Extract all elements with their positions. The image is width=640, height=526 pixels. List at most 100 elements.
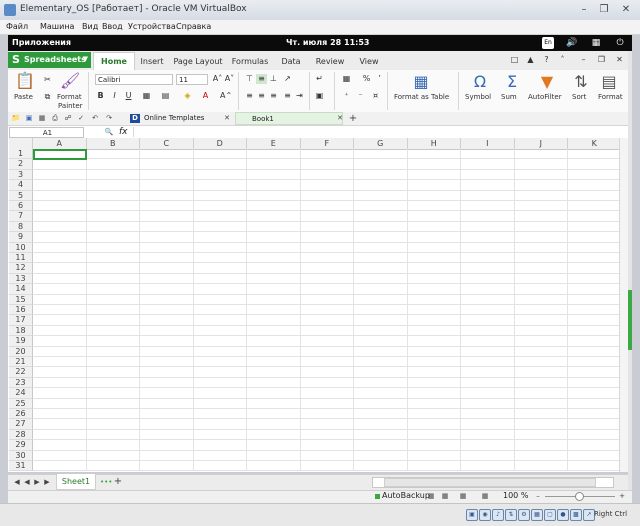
- font-color-icon[interactable]: A: [200, 91, 211, 101]
- next-sheet-icon[interactable]: ▶: [32, 478, 42, 487]
- prev-sheet-icon[interactable]: ◀: [22, 478, 32, 487]
- row-header[interactable]: 25: [9, 398, 33, 409]
- row-header[interactable]: 8: [9, 221, 33, 233]
- indent-icon[interactable]: ⇥: [294, 91, 305, 101]
- row-header[interactable]: 6: [9, 201, 33, 212]
- currency-icon[interactable]: ¤: [370, 91, 381, 101]
- formula-input[interactable]: [133, 127, 624, 137]
- justify-icon[interactable]: ≡: [282, 91, 293, 101]
- close-tab-icon[interactable]: ✕: [222, 114, 232, 123]
- align-middle-icon[interactable]: ≡: [256, 74, 267, 84]
- font-name-combo[interactable]: Calibri: [95, 74, 173, 85]
- format-icon[interactable]: ▤: [600, 73, 618, 91]
- redo-icon[interactable]: ↷: [104, 114, 114, 123]
- menu-view[interactable]: Вид: [82, 22, 98, 31]
- hard-disk-icon[interactable]: ▣: [466, 509, 478, 521]
- column-header[interactable]: I: [461, 138, 515, 149]
- column-header[interactable]: E: [247, 138, 301, 149]
- sum-icon[interactable]: Σ: [502, 73, 522, 91]
- page-break-icon[interactable]: ▦: [440, 492, 450, 501]
- font-size-combo[interactable]: 11: [176, 74, 208, 85]
- column-header[interactable]: K: [568, 138, 622, 149]
- print-icon[interactable]: ⎙: [50, 114, 60, 123]
- row-header[interactable]: 30: [9, 450, 33, 461]
- autofilter-icon[interactable]: ▼: [537, 73, 557, 91]
- symbol-button[interactable]: Symbol: [465, 93, 491, 101]
- borders-icon[interactable]: ▦: [141, 91, 152, 101]
- decrease-font-icon[interactable]: A˅: [224, 74, 235, 84]
- print-preview-icon[interactable]: ☍: [63, 114, 73, 123]
- merge-icon[interactable]: ▤: [160, 91, 171, 101]
- power-icon[interactable]: ⏻: [614, 37, 626, 49]
- increase-decimal-icon[interactable]: ⁺: [341, 91, 352, 101]
- close-tab-icon[interactable]: ✕: [335, 114, 345, 123]
- fill-color-icon[interactable]: ◈: [182, 91, 193, 101]
- new-tab-icon[interactable]: +: [348, 114, 358, 124]
- row-header[interactable]: 20: [9, 346, 33, 357]
- window-minimize-icon[interactable]: –: [578, 55, 589, 65]
- selected-cell[interactable]: [33, 149, 87, 160]
- sort-icon[interactable]: ⇅: [572, 73, 590, 91]
- menu-file[interactable]: Файл: [6, 22, 28, 31]
- row-header[interactable]: 1: [9, 149, 33, 160]
- insert-function-button[interactable]: fx: [119, 127, 128, 137]
- horizontal-scroll-thumb[interactable]: [384, 478, 596, 487]
- layout-view-icon[interactable]: ▦: [480, 492, 490, 501]
- format-as-table-icon[interactable]: ▦: [410, 73, 432, 91]
- column-header[interactable]: H: [408, 138, 461, 149]
- row-header[interactable]: 17: [9, 315, 33, 326]
- italic-button[interactable]: I: [109, 91, 120, 101]
- format-button[interactable]: Format: [598, 93, 623, 101]
- row-header[interactable]: 16: [9, 305, 33, 316]
- column-header[interactable]: J: [515, 138, 568, 149]
- decrease-decimal-icon[interactable]: ⁻: [355, 91, 366, 101]
- number-format-icon[interactable]: ▦: [341, 74, 352, 84]
- shirt-icon[interactable]: ▲: [525, 55, 536, 65]
- paste-button[interactable]: Paste: [14, 93, 33, 101]
- cut-icon[interactable]: ✂: [42, 75, 53, 85]
- video-capture-icon[interactable]: ●: [557, 509, 569, 521]
- sum-button[interactable]: Sum: [501, 93, 517, 101]
- percent-button[interactable]: %: [361, 74, 372, 84]
- row-header[interactable]: 26: [9, 409, 33, 420]
- align-left-icon[interactable]: ≡: [244, 91, 255, 101]
- row-header[interactable]: 13: [9, 273, 33, 285]
- tab-insert[interactable]: Insert: [136, 54, 168, 69]
- row-header[interactable]: 29: [9, 440, 33, 451]
- undo-icon[interactable]: ↶: [90, 114, 100, 123]
- last-sheet-icon[interactable]: ▶: [42, 478, 52, 487]
- spellcheck-icon[interactable]: ✓: [76, 114, 86, 123]
- row-header[interactable]: 11: [9, 253, 33, 264]
- column-header[interactable]: A: [33, 138, 87, 149]
- zoom-out-icon[interactable]: –: [533, 492, 543, 501]
- row-header[interactable]: 2: [9, 159, 33, 170]
- column-header[interactable]: G: [354, 138, 408, 149]
- format-painter-icon[interactable]: 🖌: [60, 72, 80, 90]
- row-header[interactable]: 24: [9, 388, 33, 399]
- tab-book1[interactable]: Book1: [235, 112, 343, 125]
- tab-review[interactable]: Review: [312, 54, 348, 69]
- clock[interactable]: Чт. июля 28 11:53: [286, 38, 369, 47]
- column-header[interactable]: D: [194, 138, 247, 149]
- row-header[interactable]: 23: [9, 377, 33, 389]
- help-icon[interactable]: ?: [541, 55, 552, 65]
- row-header[interactable]: 27: [9, 419, 33, 430]
- zoom-slider-handle[interactable]: [575, 492, 584, 501]
- menu-devices[interactable]: Устройства: [128, 22, 176, 31]
- increase-font-icon[interactable]: A˄: [212, 74, 223, 84]
- column-header[interactable]: F: [301, 138, 354, 149]
- copy-icon[interactable]: ⧉: [42, 92, 53, 102]
- skin-icon[interactable]: □: [509, 55, 520, 65]
- tab-data[interactable]: Data: [276, 54, 306, 69]
- align-bottom-icon[interactable]: ⊥: [268, 74, 279, 84]
- window-scrollbar[interactable]: [628, 51, 632, 517]
- keyboard-layout-indicator[interactable]: En: [542, 37, 554, 49]
- align-top-icon[interactable]: ⊤: [244, 74, 255, 84]
- row-header[interactable]: 22: [9, 367, 33, 378]
- format-painter-label-1[interactable]: Format: [57, 93, 82, 101]
- normal-view-icon[interactable]: ▦: [426, 492, 436, 501]
- network-adapter-icon[interactable]: ⇅: [505, 509, 517, 521]
- minimize-icon[interactable]: –: [576, 3, 592, 16]
- usb-icon[interactable]: ⚙: [518, 509, 530, 521]
- collapse-ribbon-icon[interactable]: ˄: [557, 55, 568, 65]
